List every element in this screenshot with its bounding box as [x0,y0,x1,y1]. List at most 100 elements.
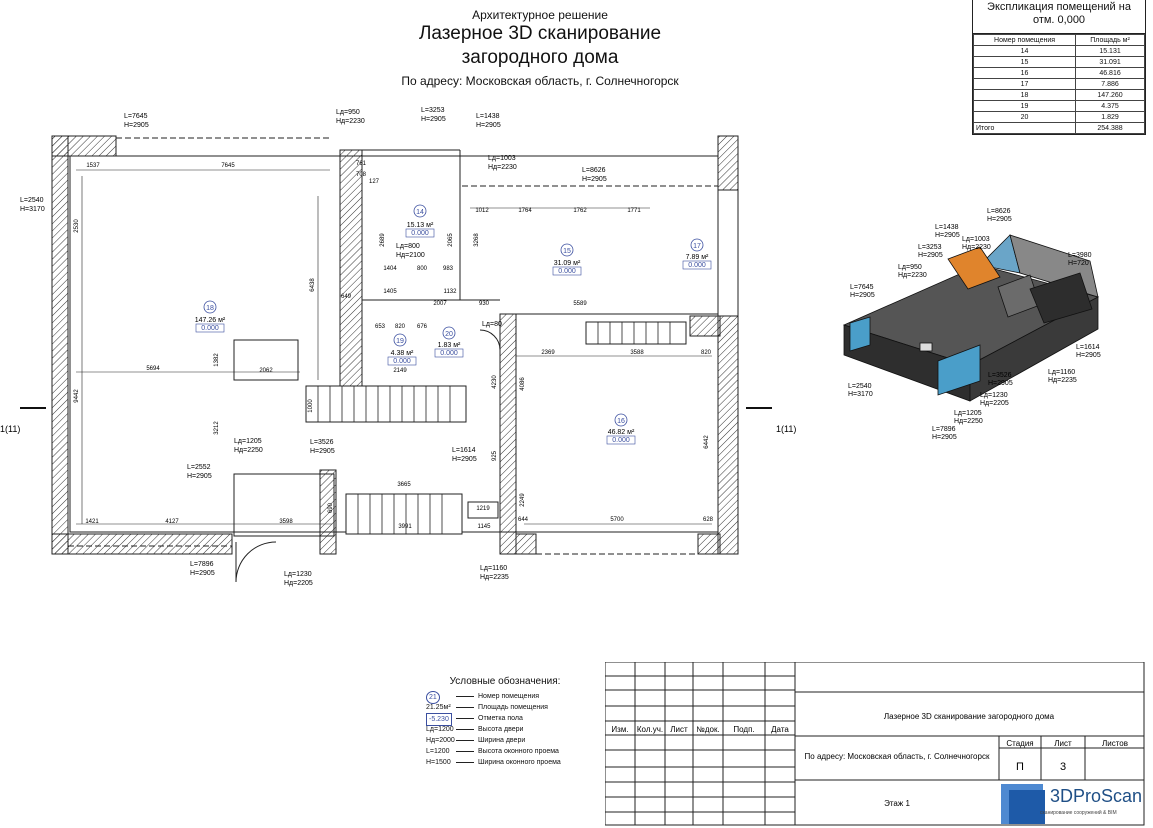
room-area: 31.09 м² [554,260,581,267]
column-block [233,339,299,381]
window-label-1438-l: L=1438 [476,113,500,120]
dim-label: 930 [479,301,490,307]
door-label-1230-h: Hд=2205 [284,580,313,587]
iso-label: Hд=2205 [980,400,1009,407]
iso-label: L=7645 [850,284,874,291]
window-label-7896-h: H=2905 [190,570,215,577]
room-explication-table: Экспликация помещений на отм. 0,000 Номе… [972,0,1146,135]
room-number: 15 [563,248,571,255]
room-area: 1.83 м² [438,342,461,349]
room-area: 15.131 [1075,45,1145,57]
door-frame [233,473,335,537]
stamp-col-list: Лист [670,725,688,734]
room-area: 147.26 м² [195,317,226,324]
room-tag-17: 17 7.89 м² 0.000 [682,238,712,270]
window-label-2552-h: H=2905 [187,473,212,480]
dim-label: 4230 [492,375,498,389]
iso-label: L=1438 [935,224,959,231]
legend: Условные обозначения: 21 Номер помещения… [420,676,590,768]
table-row: 20 1.829 [972,111,1145,123]
isometric-3d-view: L=1438 H=2905 L=8626 H=2905 Lд=1003 Hд=2… [842,208,1101,441]
dim-label: 5589 [573,301,587,307]
legend-row: 21.25м² Площадь помещения [420,702,590,713]
dim-label: 3588 [630,350,644,356]
stamp-col-data: Дата [771,725,789,734]
legend-leader [456,696,474,697]
legend-desc: Ширина двери [478,737,526,744]
stamp-floor: Этаж 1 [884,799,910,808]
section-mark-right: 1(11) [776,424,796,434]
room-level: 0.000 [558,268,576,275]
stamp-col-izm: Изм. [611,725,628,734]
room-number: 16 [972,67,1077,79]
legend-leader [456,740,474,741]
stamp-sheet-header: Лист [1054,739,1072,748]
iso-label: Hд=2235 [1048,377,1077,384]
window-label-3253-h: H=2905 [421,116,446,123]
window-label-2552-l: L=2552 [187,464,211,471]
dim-label: 1012 [475,208,489,214]
iso-label: L=3980 [1068,252,1092,259]
dimension-lines [76,169,719,525]
dim-label: 1405 [383,289,397,295]
door-label-1160-h: Hд=2235 [480,574,509,581]
legend-leader [456,718,474,719]
dim-label: 1404 [383,266,397,272]
legend-leader [456,751,474,752]
room-area: 46.816 [1075,67,1145,79]
iso-label: H=3170 [848,391,873,398]
legend-caption: Условные обозначения: [449,676,561,687]
iso-label: L=3253 [918,244,942,251]
door-label-1003-h: Hд=2230 [488,164,517,171]
dim-label: 761 [356,161,367,167]
total-label: Итого [972,122,1077,134]
explication-caption-line1: Экспликация помещений на [987,1,1131,13]
legend-desc: Высота двери [478,726,524,733]
dim-label: 983 [443,266,454,272]
dim-label: 2062 [259,368,273,374]
legend-label: L=1200 [426,748,450,755]
window-label-2540-h: H=3170 [20,206,45,213]
dim-label: 6438 [310,278,316,292]
dim-label: 653 [375,324,386,330]
room-area: 15.13 м² [407,222,434,229]
wall-east-upper [717,189,739,317]
window-label-7896-l: L=7896 [190,561,214,568]
dim-label: 649 [341,294,352,300]
window-label-1614-l: L=1614 [452,447,476,454]
iso-label: H=2905 [988,380,1013,387]
section-mark-left: 1(11) [0,424,20,434]
room-level: 0.000 [411,230,429,237]
dim-label: 1421 [85,519,99,525]
room-number: 18 [206,305,214,312]
stair-flight-c [585,321,687,345]
room-area: 46.82 м² [608,429,635,436]
legend-desc: Номер помещения [478,693,540,700]
logo-square-front [1009,790,1045,824]
room-tag-15: 15 31.09 м² 0.000 [552,243,582,276]
dim-label: 2149 [393,368,407,374]
stamp-project-name: Лазерное 3D сканирование загородного дом… [884,712,1055,721]
dim-label: 6442 [704,435,710,449]
wall-west [51,135,69,555]
iso-label: L=8626 [987,208,1011,215]
table-row: 14 15.131 [972,45,1145,57]
dim-label: 2065 [448,233,454,247]
dim-label: 644 [518,517,529,523]
dim-label: 5694 [146,366,160,372]
door-label-1230-l: Lд=1230 [284,571,312,578]
window-label-3526-l: L=3526 [310,439,334,446]
room-number: 20 [972,111,1077,123]
iso-label: Hд=2250 [954,418,983,425]
dim-label: 127 [369,179,380,185]
dim-label: 1764 [518,208,532,214]
door-label-1003-l: Lд=1003 [488,155,516,162]
iso-label: Lд=1003 [962,236,990,243]
dim-label: 2249 [520,493,526,507]
room-level: 0.000 [393,358,411,365]
room-number: 15 [972,56,1077,68]
brand-logo-mark [1001,784,1045,824]
dim-label: 800 [417,266,428,272]
dim-label: 1000 [308,399,314,413]
dim-label: 5700 [610,517,624,523]
